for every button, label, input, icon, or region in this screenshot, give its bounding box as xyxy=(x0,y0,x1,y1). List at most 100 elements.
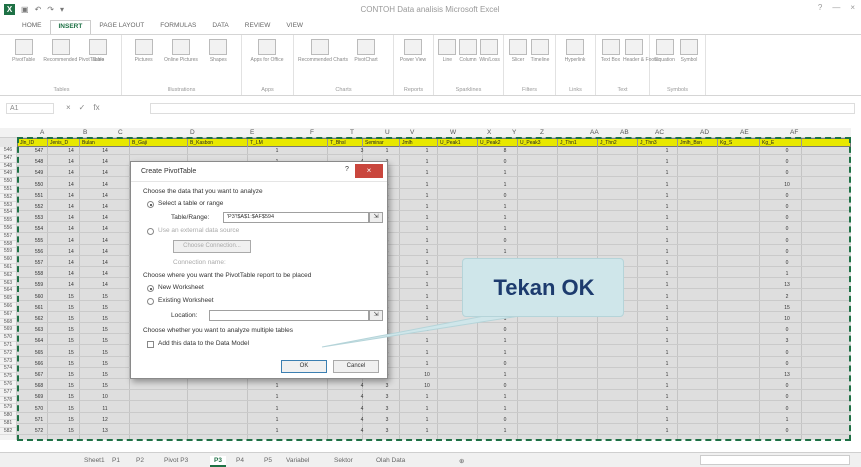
ribbon-button[interactable]: Column xyxy=(458,39,478,73)
insert-function-icon[interactable]: fx xyxy=(93,103,99,112)
tab-page-layout[interactable]: PAGE LAYOUT xyxy=(91,20,152,34)
sheet-tab[interactable]: Olah Data xyxy=(372,456,409,465)
column-header[interactable]: X xyxy=(487,129,491,136)
row-number[interactable]: 576 xyxy=(0,381,16,389)
sheet-tab[interactable]: P2 xyxy=(132,456,148,465)
ribbon-button[interactable]: Power View xyxy=(398,39,428,73)
dialog-help-icon[interactable]: ? xyxy=(341,166,353,176)
location-input[interactable] xyxy=(209,310,369,321)
column-header[interactable]: E xyxy=(250,129,254,136)
redo-icon[interactable]: ↷ xyxy=(47,5,54,14)
row-number[interactable]: 580 xyxy=(0,412,16,420)
sheet-tab[interactable]: Pivot P3 xyxy=(160,456,192,465)
row-number[interactable]: 559 xyxy=(0,248,16,257)
row-number[interactable]: 554 xyxy=(0,209,16,218)
dialog-close-button[interactable]: × xyxy=(355,164,383,178)
row-number[interactable]: 555 xyxy=(0,217,16,225)
formula-input[interactable] xyxy=(150,103,855,114)
ribbon-button[interactable]: Line xyxy=(438,39,457,73)
new-worksheet-radio[interactable] xyxy=(147,285,154,292)
column-header[interactable]: W xyxy=(450,129,456,136)
row-number[interactable]: 546 xyxy=(0,147,16,155)
row-number[interactable]: 564 xyxy=(0,287,16,296)
sheet-tab[interactable]: Sheet1 xyxy=(80,456,109,465)
ribbon-button[interactable]: Apps for Office xyxy=(246,39,288,73)
ribbon-button[interactable]: Slicer xyxy=(508,39,528,73)
row-number[interactable]: 548 xyxy=(0,163,16,171)
row-number[interactable]: 552 xyxy=(0,194,16,202)
sheet-tab[interactable]: P3 xyxy=(210,456,226,467)
row-number[interactable]: 549 xyxy=(0,170,16,179)
row-number[interactable]: 572 xyxy=(0,350,16,358)
row-number[interactable]: 570 xyxy=(0,334,16,342)
sheet-tab[interactable]: P1 xyxy=(108,456,124,465)
ribbon-button[interactable]: PivotChart xyxy=(344,39,388,73)
column-header[interactable]: T xyxy=(350,129,354,136)
row-number[interactable]: 581 xyxy=(0,420,16,428)
data-model-checkbox[interactable] xyxy=(147,341,154,348)
row-number[interactable]: 573 xyxy=(0,358,16,366)
row-number[interactable]: 563 xyxy=(0,280,16,288)
name-box[interactable]: A1 xyxy=(6,103,54,114)
column-header[interactable]: AF xyxy=(790,129,798,136)
row-number[interactable]: 562 xyxy=(0,272,16,280)
sheet-tab[interactable]: P4 xyxy=(232,456,248,465)
ok-button[interactable]: OK xyxy=(281,360,327,373)
customize-icon[interactable]: ▾ xyxy=(60,5,64,14)
tab-data[interactable]: DATA xyxy=(204,20,236,34)
save-icon[interactable]: ▣ xyxy=(21,5,29,14)
ribbon-button[interactable]: Symbol xyxy=(678,39,700,73)
column-header[interactable]: Z xyxy=(540,129,544,136)
horizontal-scrollbar[interactable] xyxy=(700,455,850,465)
column-header[interactable]: D xyxy=(190,129,195,136)
ribbon-button[interactable]: Equation xyxy=(654,39,676,73)
column-header[interactable]: Y xyxy=(512,129,516,136)
row-number[interactable]: 567 xyxy=(0,311,16,319)
column-header[interactable]: U xyxy=(385,129,390,136)
column-header[interactable]: AE xyxy=(740,129,749,136)
ribbon-button[interactable]: Recommended PivotTables xyxy=(43,39,104,73)
column-header[interactable]: V xyxy=(410,129,414,136)
row-number[interactable]: 575 xyxy=(0,373,16,381)
tab-insert[interactable]: INSERT xyxy=(49,20,92,34)
ribbon-button[interactable]: Online Pictures xyxy=(163,39,198,73)
tab-review[interactable]: REVIEW xyxy=(237,20,279,34)
column-header[interactable]: AD xyxy=(700,129,709,136)
row-number[interactable]: 582 xyxy=(0,428,16,436)
row-number[interactable]: 574 xyxy=(0,365,16,374)
help-icon[interactable]: ? xyxy=(818,3,822,12)
ribbon-button[interactable]: PivotTable xyxy=(6,39,41,73)
column-header[interactable]: A xyxy=(40,129,44,136)
column-header[interactable]: AC xyxy=(655,129,664,136)
ribbon-button[interactable]: Header & Footer xyxy=(623,39,660,73)
row-number[interactable]: 568 xyxy=(0,319,16,327)
tab-formulas[interactable]: FORMULAS xyxy=(152,20,204,34)
ribbon-button[interactable]: Text Box xyxy=(600,39,621,73)
row-number[interactable]: 565 xyxy=(0,295,16,303)
add-sheet-icon[interactable]: ⊕ xyxy=(455,456,468,466)
row-number[interactable]: 578 xyxy=(0,397,16,405)
cancel-button[interactable]: Cancel xyxy=(333,360,379,373)
column-header[interactable]: B xyxy=(83,129,87,136)
row-number[interactable]: 557 xyxy=(0,233,16,241)
ribbon-button[interactable]: Shapes xyxy=(201,39,236,73)
sheet-tab[interactable]: Variabel xyxy=(282,456,313,465)
row-number[interactable]: 547 xyxy=(0,155,16,163)
ribbon-button[interactable]: Win/Loss xyxy=(479,39,500,73)
row-number[interactable]: 551 xyxy=(0,186,16,194)
ribbon-button[interactable]: Timeline xyxy=(530,39,550,73)
sheet-tab[interactable]: Sektor xyxy=(330,456,357,465)
row-number[interactable]: 569 xyxy=(0,326,16,335)
row-number[interactable]: 560 xyxy=(0,256,16,264)
tab-view[interactable]: VIEW xyxy=(278,20,311,34)
range-selector-icon[interactable]: ⇲ xyxy=(369,212,383,223)
row-number[interactable]: 577 xyxy=(0,389,16,397)
column-header[interactable]: AA xyxy=(590,129,599,136)
column-header[interactable]: C xyxy=(118,129,123,136)
minimize-icon[interactable]: — xyxy=(832,3,840,12)
ribbon-button[interactable]: Pictures xyxy=(126,39,161,73)
close-icon[interactable]: × xyxy=(850,3,855,12)
ribbon-button[interactable]: Table xyxy=(81,39,116,73)
row-number[interactable]: 579 xyxy=(0,404,16,413)
row-number[interactable]: 558 xyxy=(0,241,16,249)
